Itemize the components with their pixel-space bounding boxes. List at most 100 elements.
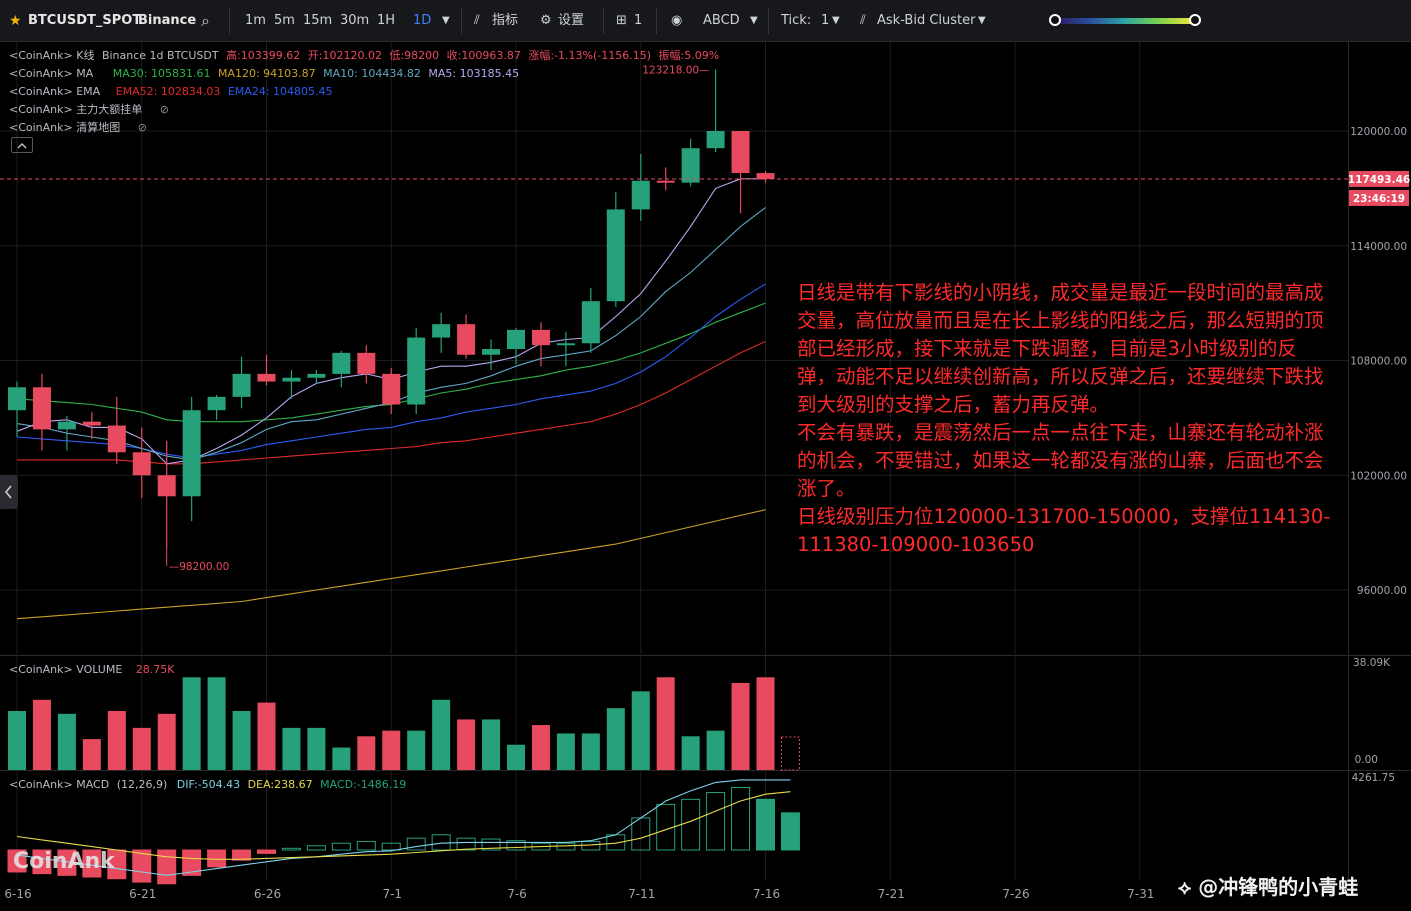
interval-5m[interactable]: 5m — [274, 0, 295, 42]
cluster-chevron-down-icon[interactable]: ▼ — [978, 0, 986, 42]
candle-body — [631, 180, 650, 210]
indicators-icon[interactable]: ⫽ — [474, 0, 480, 42]
interval-1h[interactable]: 1H — [377, 0, 395, 42]
candle-body — [731, 131, 750, 174]
x-tick-label: 7-6 — [507, 887, 527, 901]
annotation-paragraph: 日线级别压力位120000-131700-150000，支撑位114130-11… — [797, 505, 1331, 556]
candle-body — [257, 373, 276, 382]
annotation-paragraph: 不会有暴跌，是震荡然后一点一点往下走，山寨还有轮动补涨的机会，不要错过，如果这一… — [797, 421, 1324, 500]
volume-bar — [357, 736, 376, 770]
big-orders-legend: <CoinAnk> 主力大额挂单 ⊘ — [9, 103, 173, 117]
layout-grid-icon[interactable]: ⊞ — [616, 0, 627, 42]
price-tick-label: 114000.00 — [1350, 241, 1407, 253]
heatmap-range-slider[interactable] — [1055, 18, 1195, 24]
ma-legend: <CoinAnk> MA MA30: 105831.61 MA120: 9410… — [9, 67, 523, 81]
interval-1d[interactable]: 1D — [413, 0, 431, 42]
liquidation-legend: <CoinAnk> 清算地图 ⊘ — [9, 121, 151, 135]
slider-handle-left[interactable] — [1049, 14, 1061, 26]
chevron-up-icon — [17, 143, 27, 149]
volume-bar — [8, 711, 26, 770]
interval-30m[interactable]: 30m — [340, 0, 369, 42]
kline-high: 高:103399.62 — [226, 49, 301, 62]
cluster-select[interactable]: Ask-Bid Cluster — [877, 0, 975, 42]
kline-amplitude: 振幅:5.09% — [658, 49, 720, 62]
tick-chevron-down-icon[interactable]: ▼ — [832, 0, 840, 42]
drawing-tool-select[interactable]: ABCD — [703, 0, 740, 42]
volume-bar-placeholder — [780, 736, 800, 771]
volume-bar — [556, 733, 575, 770]
toolbar-divider — [229, 8, 230, 34]
ma30-value: MA30: 105831.61 — [112, 67, 211, 80]
settings-gear-icon[interactable]: ⚙ — [540, 0, 552, 42]
kline-change: 涨幅:-1.13%(-1156.15) — [528, 49, 652, 62]
macd-histogram-bar — [306, 845, 326, 851]
candle-body — [606, 209, 625, 302]
current-price-label: 117493.46 — [1348, 174, 1410, 186]
tick-value-select[interactable]: 1 — [821, 0, 829, 42]
big-orders-label: <CoinAnk> 主力大额挂单 — [9, 103, 143, 116]
interval-chevron-down-icon[interactable]: ▼ — [442, 0, 450, 42]
hidden-eye-icon[interactable]: ⊘ — [160, 103, 169, 116]
macd-histogram-bar — [456, 837, 476, 851]
volume-bar — [382, 730, 401, 770]
candle-body — [32, 387, 51, 430]
cluster-icon[interactable]: ⫽ — [860, 0, 866, 42]
candle-body — [207, 396, 226, 411]
hidden-eye-icon[interactable]: ⊘ — [138, 121, 147, 134]
macd-histogram-bar — [581, 841, 601, 851]
annotation-paragraph: 日线是带有下影线的小阴线，成交量是最近一段时间的最高成交量，高位放量而且是在长上… — [797, 281, 1324, 416]
author-watermark: ⟡ @冲锋鸭的小青蛙 — [1178, 871, 1358, 900]
indicators-button[interactable]: 指标 — [492, 0, 518, 42]
sidebar-toggle-button[interactable] — [0, 475, 18, 509]
layout-count[interactable]: 1 — [634, 0, 642, 42]
macd-histogram-bar — [132, 849, 152, 883]
volume-bar — [32, 699, 51, 770]
search-icon[interactable]: ⌕ — [201, 0, 210, 42]
candle-body — [357, 352, 376, 374]
ema-legend: <CoinAnk> EMA EMA52: 102834.03 EMA24: 10… — [9, 85, 337, 99]
macd-legend-prefix: <CoinAnk> MACD — [9, 778, 110, 791]
chevron-left-icon — [4, 485, 12, 499]
volume-legend: <CoinAnk> VOLUME 28.75K — [9, 663, 179, 677]
macd-legend: <CoinAnk> MACD (12,26,9) DIF:-504.43 DEA… — [9, 778, 410, 792]
ma-legend-prefix: <CoinAnk> MA — [9, 67, 94, 80]
volume-bar — [531, 725, 550, 770]
x-tick-label: 7-1 — [382, 887, 402, 901]
volume-bar — [756, 677, 775, 770]
high-marker-label: 123218.00— — [642, 64, 709, 76]
x-tick-label: 6-21 — [129, 887, 156, 901]
candle-body — [756, 173, 775, 179]
x-tick-label: 7-26 — [1002, 887, 1029, 901]
kline-close: 收:100963.87 — [446, 49, 521, 62]
kline-legend: <CoinAnk> K线 Binance 1d BTCUSDT 高:103399… — [9, 49, 723, 63]
author-watermark-text: @冲锋鸭的小青蛙 — [1198, 875, 1359, 899]
exchange-label[interactable]: Binance — [138, 0, 196, 42]
macd-histogram-bar — [706, 792, 726, 851]
collapse-legend-button[interactable] — [11, 137, 33, 153]
candle-body — [307, 373, 326, 378]
price-tick-label: 120000.00 — [1350, 126, 1407, 138]
x-tick-label: 6-16 — [4, 887, 31, 901]
interval-15m[interactable]: 15m — [303, 0, 332, 42]
symbol-label[interactable]: BTCUSDT_SPOT — [28, 0, 141, 42]
candle-body — [8, 387, 26, 411]
volume-bar — [482, 719, 501, 770]
macd-histogram-bar — [331, 842, 351, 851]
slider-handle-right[interactable] — [1189, 14, 1201, 26]
interval-1m[interactable]: 1m — [245, 0, 266, 42]
settings-button[interactable]: 设置 — [558, 0, 584, 42]
macd-histogram-bar — [780, 812, 800, 851]
toolbar-divider — [603, 8, 604, 34]
x-tick-label: 7-16 — [753, 887, 780, 901]
eye-icon[interactable]: ◉ — [671, 0, 682, 42]
candle-body — [232, 373, 251, 397]
drawing-chevron-down-icon[interactable]: ▼ — [750, 0, 758, 42]
favorite-star-icon[interactable]: ★ — [9, 0, 22, 42]
volume-bar — [432, 699, 451, 770]
analysis-annotation: 日线是带有下影线的小阴线，成交量是最近一段时间的最高成交量，高位放量而且是在长上… — [797, 279, 1332, 559]
ma5-value: MA5: 103185.45 — [428, 67, 520, 80]
macd-histogram-bar — [406, 837, 426, 851]
candle-body — [581, 301, 600, 344]
candle-body — [706, 131, 725, 149]
macd-histogram-bar — [257, 849, 276, 854]
